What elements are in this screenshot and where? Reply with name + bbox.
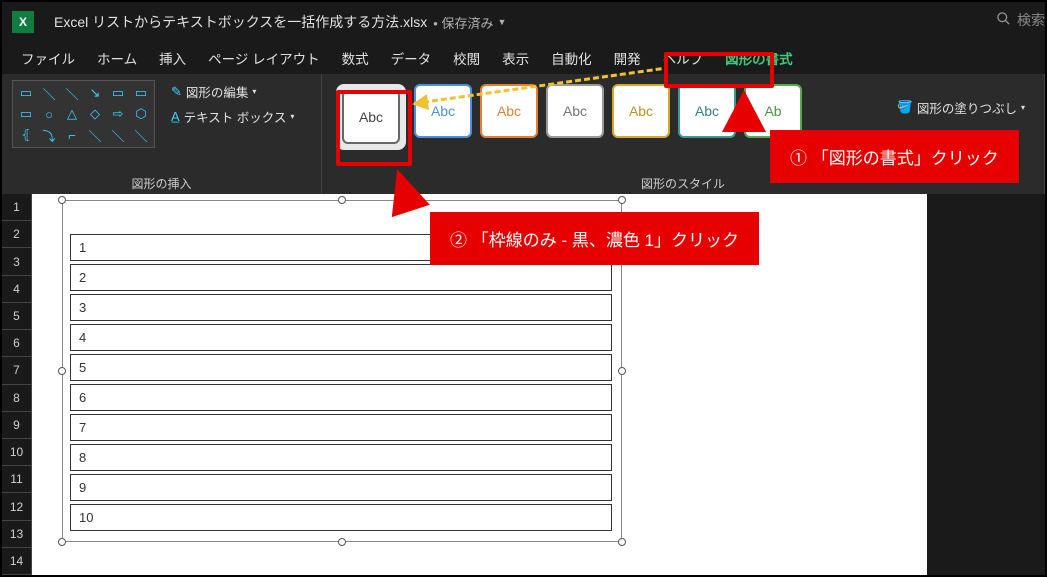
shape-line4-icon[interactable]: ＼ <box>107 125 129 145</box>
shape-diamond-icon[interactable]: ◇ <box>84 104 106 124</box>
tab-pagelayout[interactable]: ページ レイアウト <box>197 42 330 74</box>
textbox-icon: A̲ <box>171 109 180 124</box>
textbox-shape[interactable]: 7 <box>70 414 612 441</box>
row-header[interactable]: 5 <box>2 303 32 330</box>
shape-triangle-icon[interactable]: △ <box>61 104 83 124</box>
row-header[interactable]: 1 <box>2 194 32 221</box>
title-bar: X Excel リストからテキストボックスを一括作成する方法.xlsx • 保存… <box>2 2 1045 42</box>
row-header[interactable]: 6 <box>2 330 32 357</box>
shape-line-icon[interactable]: ＼ <box>38 83 60 103</box>
tab-review[interactable]: 校閲 <box>442 42 491 74</box>
shape-line2-icon[interactable]: ＼ <box>61 83 83 103</box>
annotation-highlight-tab <box>664 52 774 88</box>
shape-gallery[interactable]: ▭ ＼ ＼ ↘ ▭ ▭ ▭ ○ △ ◇ ⇨ ⬡ ⦃ ⤵ ⌐ ＼ ＼ ＼ <box>12 80 155 148</box>
row-header[interactable]: 3 <box>2 248 32 275</box>
shape-rect3-icon[interactable]: ▭ <box>15 104 37 124</box>
row-header[interactable]: 10 <box>2 439 32 466</box>
row-headers: 1 2 3 4 5 6 7 8 9 10 11 12 13 14 <box>2 194 32 575</box>
chevron-down-icon: ▾ <box>1021 103 1025 112</box>
search-placeholder: 検索 <box>1017 10 1045 30</box>
shape-rect-icon[interactable]: ▭ <box>107 83 129 103</box>
document-title: Excel リストからテキストボックスを一括作成する方法.xlsx <box>54 12 427 32</box>
row-header[interactable]: 9 <box>2 412 32 439</box>
callout-2: ② 「枠線のみ - 黒、濃色 1」クリック <box>430 212 759 265</box>
shape-hex-icon[interactable]: ⬡ <box>130 104 152 124</box>
ribbon-tabs: ファイル ホーム 挿入 ページ レイアウト 数式 データ 校閲 表示 自動化 開… <box>2 42 1045 74</box>
save-status[interactable]: • 保存済み <box>433 13 493 32</box>
row-header[interactable]: 12 <box>2 493 32 520</box>
textbox-shape[interactable]: 3 <box>70 294 612 321</box>
textbox-shape[interactable]: 8 <box>70 444 612 471</box>
row-header[interactable]: 14 <box>2 548 32 575</box>
style-swatch-blue[interactable]: Abc <box>414 84 472 138</box>
row-header[interactable]: 13 <box>2 521 32 548</box>
tab-home[interactable]: ホーム <box>86 42 148 74</box>
row-header[interactable]: 7 <box>2 357 32 384</box>
textbox-label: テキスト ボックス <box>184 107 287 126</box>
edit-shape-label: 図形の編集 <box>186 82 249 101</box>
tab-data[interactable]: データ <box>380 42 443 74</box>
textbox-shape[interactable]: 2 <box>70 264 612 291</box>
shape-fill-dropdown[interactable]: 🪣 図形の塗りつぶし ▾ <box>897 98 1025 117</box>
callout-1: ① 「図形の書式」クリック <box>770 130 1019 183</box>
row-header[interactable]: 8 <box>2 385 32 412</box>
row-header[interactable]: 4 <box>2 276 32 303</box>
edit-shape-button[interactable]: ✎ 図形の編集 ▾ <box>167 80 298 103</box>
shape-circle-icon[interactable]: ○ <box>38 104 60 124</box>
tab-insert[interactable]: 挿入 <box>148 42 197 74</box>
annotation-highlight-swatch <box>336 90 412 166</box>
edit-shape-icon: ✎ <box>171 84 182 100</box>
chevron-down-icon: ▾ <box>290 112 294 121</box>
group-label-insert-shapes: 図形の挿入 <box>12 175 311 192</box>
search-icon <box>996 11 1011 29</box>
textbox-shape[interactable]: 4 <box>70 324 612 351</box>
shape-line5-icon[interactable]: ＼ <box>130 125 152 145</box>
excel-icon: X <box>12 11 34 33</box>
tab-view[interactable]: 表示 <box>491 42 540 74</box>
row-header[interactable]: 11 <box>2 466 32 493</box>
chevron-down-icon: ▾ <box>252 87 256 96</box>
shape-textbox-icon[interactable]: ▭ <box>15 83 37 103</box>
shape-bracket-icon[interactable]: ⦃ <box>15 125 37 145</box>
textbox-shape[interactable]: 9 <box>70 474 612 501</box>
callout-pointer-1 <box>722 90 766 132</box>
shape-fill-label: 図形の塗りつぶし <box>917 98 1017 117</box>
tab-file[interactable]: ファイル <box>10 42 86 74</box>
shape-rect2-icon[interactable]: ▭ <box>130 83 152 103</box>
row-header[interactable]: 2 <box>2 221 32 248</box>
search-box[interactable]: 検索 <box>996 10 1045 30</box>
shape-curve-icon[interactable]: ⤵ <box>38 125 60 145</box>
textbox-button[interactable]: A̲ テキスト ボックス ▾ <box>167 105 298 128</box>
style-swatch-gray[interactable]: Abc <box>546 84 604 138</box>
title-dropdown-icon[interactable]: ▼ <box>497 17 506 27</box>
textbox-shape[interactable]: 10 <box>70 504 612 531</box>
tab-automate[interactable]: 自動化 <box>540 42 603 74</box>
shape-arrow-icon[interactable]: ↘ <box>84 83 106 103</box>
shape-arrowr-icon[interactable]: ⇨ <box>107 104 129 124</box>
group-insert-shapes: ▭ ＼ ＼ ↘ ▭ ▭ ▭ ○ △ ◇ ⇨ ⬡ ⦃ ⤵ ⌐ ＼ ＼ ＼ <box>2 74 322 194</box>
paint-bucket-icon: 🪣 <box>897 100 913 115</box>
shape-line3-icon[interactable]: ＼ <box>84 125 106 145</box>
shape-connector-icon[interactable]: ⌐ <box>61 125 83 145</box>
textbox-shape[interactable]: 6 <box>70 384 612 411</box>
textbox-shape[interactable]: 5 <box>70 354 612 381</box>
tab-formulas[interactable]: 数式 <box>331 42 380 74</box>
style-swatch-gold[interactable]: Abc <box>612 84 670 138</box>
